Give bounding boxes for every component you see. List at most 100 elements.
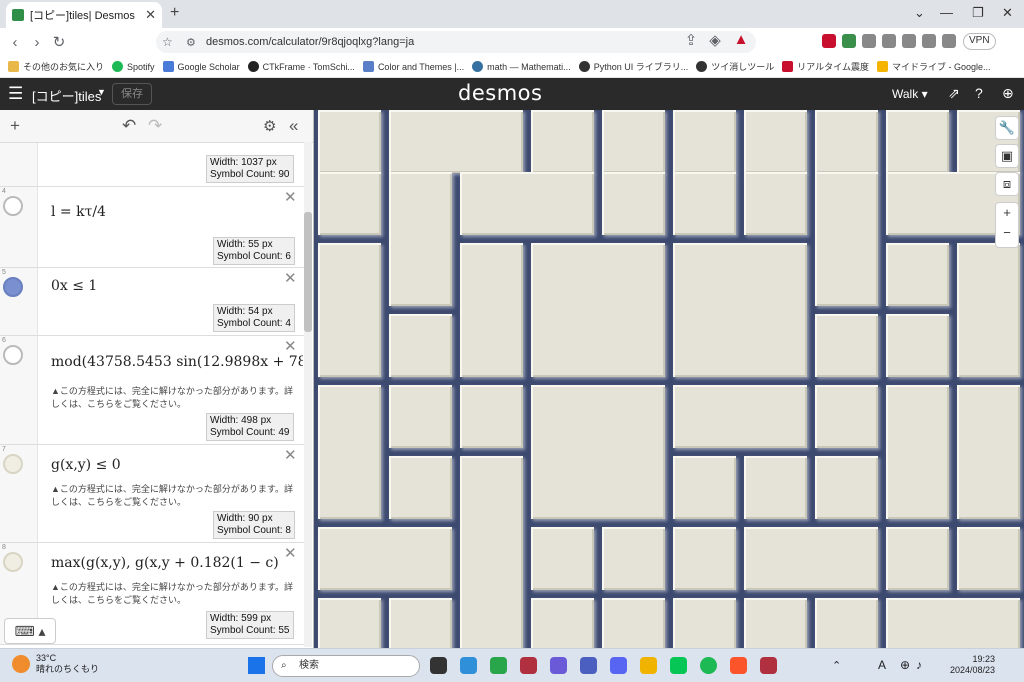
extension-icon[interactable] xyxy=(822,34,836,48)
bookmark-item[interactable]: math — Mathemati... xyxy=(472,61,571,72)
graph-title[interactable]: [コピー]tiles xyxy=(32,86,101,105)
share-graph-icon[interactable]: ⇗ xyxy=(948,85,960,102)
start-icon[interactable] xyxy=(248,657,265,674)
expression-row[interactable]: 6 mod(43758.5453 sin(12.9898x + 78.23 ✕ … xyxy=(0,336,305,445)
warning-message[interactable]: ▲この方程式には、完全に解けなかった部分があります。詳しくは、こちらをご覧くださ… xyxy=(51,581,297,607)
volume-icon[interactable]: ♪ xyxy=(916,658,922,672)
title-dropdown-icon[interactable]: ▼ xyxy=(97,87,106,97)
explorer-icon[interactable] xyxy=(640,657,657,674)
delete-expression-icon[interactable]: ✕ xyxy=(284,446,297,464)
brave-shield-icon[interactable]: ◈ xyxy=(704,31,726,49)
extension-icon[interactable] xyxy=(842,34,856,48)
forward-icon[interactable]: › xyxy=(26,34,48,51)
bookmark-item[interactable]: Spotify xyxy=(112,61,155,72)
expression-row[interactable]: 5 0x ≤ 1 ✕ Width: 54 px Symbol Count: 4 xyxy=(0,268,305,336)
menu-icon[interactable]: ☰ xyxy=(8,84,23,104)
color-toggle-icon[interactable] xyxy=(3,552,23,572)
save-button[interactable]: 保存 xyxy=(112,83,152,105)
teams-icon[interactable] xyxy=(580,657,597,674)
reload-icon[interactable]: ↻ xyxy=(48,33,70,51)
new-tab-icon[interactable]: + xyxy=(170,4,179,22)
bookmark-item[interactable]: リアルタイム震度 xyxy=(782,60,869,73)
tab-list-icon[interactable]: ⌄ xyxy=(914,5,925,21)
warning-message[interactable]: ▲この方程式には、完全に解けなかった部分があります。詳しくは、こちらをご覧くださ… xyxy=(51,385,297,411)
edge-icon[interactable] xyxy=(460,657,477,674)
bookmark-item[interactable]: マイドライブ - Google... xyxy=(876,60,991,73)
close-window-icon[interactable]: ✕ xyxy=(1002,5,1013,21)
ime-icon[interactable]: A xyxy=(878,658,886,672)
bookmark-item[interactable]: Google Scholar xyxy=(162,61,240,72)
bookmark-item[interactable]: その他のお気に入り xyxy=(8,60,104,73)
help-icon[interactable]: ? xyxy=(975,85,983,101)
music-icon[interactable] xyxy=(902,34,916,48)
expression-row[interactable]: 4 l = kτ/4 ✕ Width: 55 px Symbol Count: 6 xyxy=(0,187,305,268)
add-expression-icon[interactable]: + xyxy=(10,116,20,136)
scrollbar-thumb[interactable] xyxy=(304,212,312,332)
back-icon[interactable]: ‹ xyxy=(4,34,26,51)
expression-scrollbar[interactable] xyxy=(304,142,312,647)
expression-row[interactable]: Width: 1037 px Symbol Count: 90 xyxy=(0,143,305,187)
sidebar-icon[interactable] xyxy=(922,34,936,48)
delete-expression-icon[interactable]: ✕ xyxy=(284,337,297,355)
discord-icon[interactable] xyxy=(610,657,627,674)
line-icon[interactable] xyxy=(670,657,687,674)
bookmark-item[interactable]: Python UI ライブラリ... xyxy=(578,60,688,73)
expression-math[interactable]: g(x,y) ≤ 0 xyxy=(51,457,121,473)
browser-tab[interactable]: [コピー]tiles| Desmos ✕ xyxy=(6,2,162,28)
bookmark-item[interactable]: ツイ消しツール xyxy=(696,60,774,73)
zoom-in-icon[interactable]: + xyxy=(996,203,1018,223)
expression-math[interactable]: 0x ≤ 1 xyxy=(51,278,97,294)
walk-dropdown[interactable]: Walk ▾ xyxy=(892,87,928,101)
undo-icon[interactable]: ↶ xyxy=(122,116,136,136)
wallet-icon[interactable] xyxy=(942,34,956,48)
extension-icon[interactable] xyxy=(882,34,896,48)
tray-expand-icon[interactable]: ⌃ xyxy=(832,659,841,672)
spotify-icon[interactable] xyxy=(700,657,717,674)
zoom-out-icon[interactable]: − xyxy=(996,223,1018,243)
projector-icon[interactable]: ▣ xyxy=(995,144,1019,168)
warning-message[interactable]: ▲この方程式には、完全に解けなかった部分があります。詳しくは、こちらをご覧くださ… xyxy=(51,483,297,509)
weather-icon[interactable] xyxy=(12,655,30,673)
brave-icon[interactable] xyxy=(730,657,747,674)
maximize-icon[interactable]: ❐ xyxy=(972,5,984,21)
vpn-button[interactable]: VPN xyxy=(963,33,996,50)
bookmark-star-icon[interactable]: ☆ xyxy=(162,35,173,49)
delete-expression-icon[interactable]: ✕ xyxy=(284,269,297,287)
color-toggle-icon[interactable] xyxy=(3,345,23,365)
app-icon[interactable] xyxy=(550,657,567,674)
expression-math[interactable]: l = kτ/4 xyxy=(51,204,106,220)
bookmark-item[interactable]: CTkFrame · TomSchi... xyxy=(247,61,355,72)
redo-icon[interactable]: ↷ xyxy=(148,116,162,136)
taskbar-search-input[interactable]: ⌕ 検索 xyxy=(272,655,420,677)
app-icon[interactable] xyxy=(760,657,777,674)
weather-widget[interactable]: 33°C 晴れのちくもり xyxy=(36,653,99,675)
color-toggle-icon[interactable] xyxy=(3,454,23,474)
color-toggle-icon[interactable] xyxy=(3,196,23,216)
network-icon[interactable]: ⊕ xyxy=(900,658,910,672)
app-icon[interactable] xyxy=(490,657,507,674)
keyboard-toggle-button[interactable]: ⌨ ▴ xyxy=(4,618,56,644)
language-globe-icon[interactable]: ⊕ xyxy=(1002,85,1014,102)
minimize-icon[interactable]: — xyxy=(940,5,953,20)
brave-rewards-icon[interactable]: ▲ xyxy=(730,31,752,48)
site-info-icon[interactable]: ⚙ xyxy=(186,36,196,49)
delete-expression-icon[interactable]: ✕ xyxy=(284,188,297,206)
settings-gear-icon[interactable]: ⚙ xyxy=(263,117,276,135)
bookmark-item[interactable]: Color and Themes |... xyxy=(362,61,464,72)
expression-math[interactable]: mod(43758.5453 sin(12.9898x + 78.23 xyxy=(51,354,303,370)
url-bar[interactable]: ☆ ⚙ desmos.com/calculator/9r8qjoqlxg?lan… xyxy=(156,31,756,53)
screenshot-icon[interactable]: ⧈ xyxy=(995,172,1019,196)
extension-icon[interactable] xyxy=(862,34,876,48)
close-tab-icon[interactable]: ✕ xyxy=(145,7,156,23)
collapse-panel-icon[interactable]: « xyxy=(289,116,298,136)
expression-row[interactable]: 7 g(x,y) ≤ 0 ✕ ▲この方程式には、完全に解けなかった部分があります… xyxy=(0,445,305,543)
graph-settings-wrench-icon[interactable]: 🔧 xyxy=(995,116,1019,140)
app-icon[interactable] xyxy=(520,657,537,674)
task-view-icon[interactable] xyxy=(430,657,447,674)
expression-math[interactable]: max(g(x,y), g(x,y + 0.182(1 − c)), g(x xyxy=(51,555,279,571)
share-icon[interactable]: ⇪ xyxy=(680,31,702,49)
graph-canvas[interactable] xyxy=(314,110,1024,648)
clock[interactable]: 19:23 2024/08/23 xyxy=(950,654,995,676)
delete-expression-icon[interactable]: ✕ xyxy=(284,544,297,562)
color-toggle-icon[interactable] xyxy=(3,277,23,297)
